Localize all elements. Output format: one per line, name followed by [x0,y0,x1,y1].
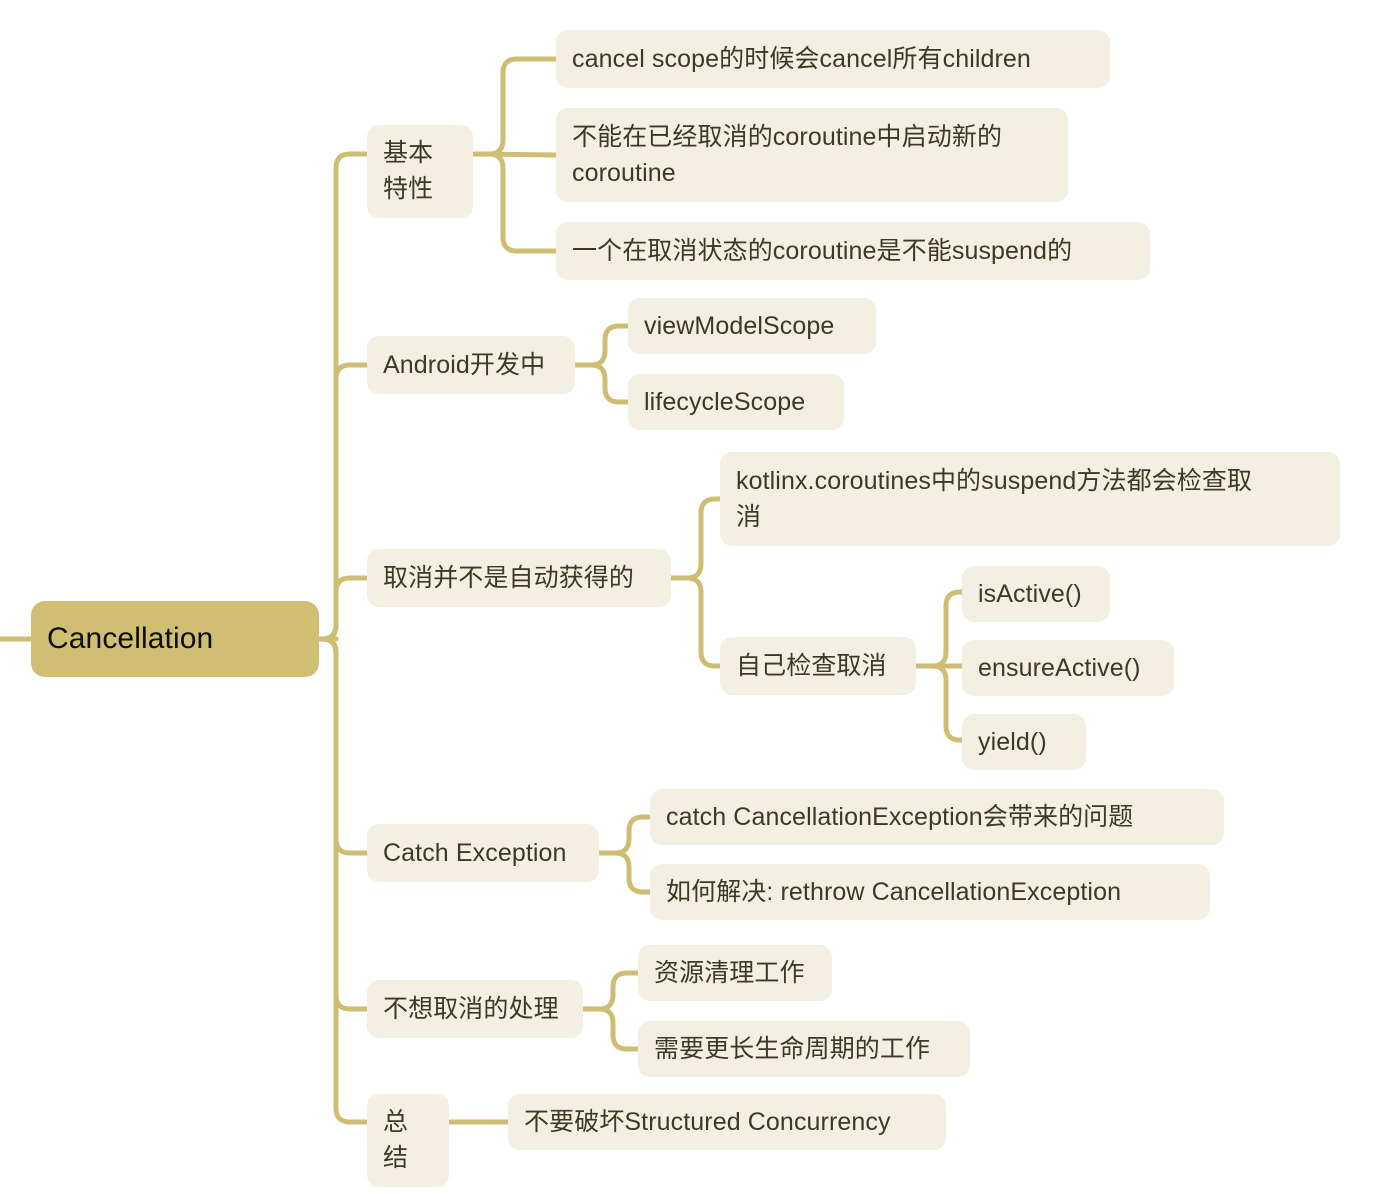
connector-root-to-node [319,636,370,1012]
leaf-node-rethrow-cancellationexception-label: 如何解决: rethrow CancellationException [666,878,1122,906]
leaf-node-node-label: 资源清理工作 [654,959,805,987]
leaf-node-coroutine-coroutine[interactable]: 不能在已经取消的coroutine中启动新的 coroutine [556,108,1068,202]
leaf-node-viewmodelscope-label: viewModelScope [644,312,835,340]
connector-node-to-coroutine-suspend [470,151,559,254]
connector-root-to-node [319,636,370,1125]
leaf-node-node[interactable]: 需要更长生命周期的工作 [638,1021,970,1078]
branch-node-node-label: 不想取消的处理 [383,994,559,1023]
branch-node-android[interactable]: Android开发中 [367,336,575,394]
connector-node-to-isactive [913,589,965,669]
leaf-node-cancel-scope-cancel-children[interactable]: cancel scope的时候会cancel所有children [556,30,1110,88]
connector-catch-exception-to-rethrow-cancellationexception [596,850,653,895]
branch-node-catch-exception-label: Catch Exception [383,838,567,867]
root-node-cancellation-label: Cancellation [47,622,214,656]
leaf-node-kotlinx-coroutines-suspend-label: kotlinx.coroutines中的suspend方法都会检查取 消 [736,466,1253,531]
leaf-node-lifecyclescope-label: lifecycleScope [644,388,806,416]
connector-root-to-node [319,151,370,642]
leaf-node-ensureactive[interactable]: ensureActive() [962,640,1174,697]
connector-android-to-lifecyclescope [572,362,631,405]
connector-root-to-node [319,575,370,642]
leaf-node-cancel-scope-cancel-children-label: cancel scope的时候会cancel所有children [572,44,1031,73]
leaf-node-kotlinx-coroutines-suspend[interactable]: kotlinx.coroutines中的suspend方法都会检查取 消 [720,452,1340,546]
connector-root-to-android [319,362,370,642]
mindmap-canvas: Cancellation 基本特性 cancel scope的时候会cancel所有… [0,0,1378,1194]
leaf-node-yield[interactable]: yield() [962,714,1086,771]
leaf-node-rethrow-cancellationexception[interactable]: 如何解决: rethrow CancellationException [650,864,1210,921]
connector-node-to-node [580,1006,641,1052]
leaf-node-isactive[interactable]: isActive() [962,566,1110,623]
leaf-node-coroutine-coroutine-label: 不能在已经取消的coroutine中启动新的 coroutine [572,122,1003,187]
root-node-cancellation[interactable]: Cancellation [31,601,319,677]
leaf-node-node-label: 需要更长生命周期的工作 [654,1035,931,1063]
branch-node-node[interactable]: 不想取消的处理 [367,980,583,1038]
connector-node-to-kotlinx-coroutines-suspend [668,496,723,581]
leaf-node-yield-label: yield() [978,728,1047,756]
connector-root-to-catch-exception [319,636,370,856]
connector-node-to-node [580,970,641,1012]
leaf-node-catch-cancellationexception[interactable]: catch CancellationException会带来的问题 [650,789,1224,846]
leaf-node-ensureactive-label: ensureActive() [978,654,1141,682]
leaf-node-structured-concurrency-label: 不要破坏Structured Concurrency [524,1108,891,1136]
branch-node-node[interactable]: 基本特性 [367,125,473,218]
leaf-node-structured-concurrency[interactable]: 不要破坏Structured Concurrency [508,1094,946,1151]
connector-node-to-node [668,575,723,669]
branch-node-node-label: 基本特性 [383,139,434,204]
branch-node-node[interactable]: 总结 [367,1094,449,1187]
branch-node-node[interactable]: 取消并不是自动获得的 [367,549,671,607]
connector-node-to-cancel-scope-cancel-children [470,56,559,157]
connector-android-to-viewmodelscope [572,323,631,368]
branch-node-node-label: 取消并不是自动获得的 [383,563,635,592]
leaf-node-catch-cancellationexception-label: catch CancellationException会带来的问题 [666,803,1134,831]
leaf-node-node[interactable]: 资源清理工作 [638,945,832,1002]
branch-node-node-label: 总结 [383,1108,409,1173]
leaf-node-isactive-label: isActive() [978,580,1082,608]
leaf-node-lifecyclescope[interactable]: lifecycleScope [628,374,844,431]
leaf-node-node-label: 自己检查取消 [736,651,887,680]
branch-node-catch-exception[interactable]: Catch Exception [367,824,599,882]
connector-node-to-yield [913,663,965,743]
leaf-node-coroutine-suspend[interactable]: 一个在取消状态的coroutine是不能suspend的 [556,222,1150,280]
leaf-node-coroutine-suspend-label: 一个在取消状态的coroutine是不能suspend的 [572,236,1073,265]
leaf-node-node[interactable]: 自己检查取消 [720,637,916,695]
connector-node-to-coroutine-coroutine [470,151,559,158]
leaf-node-viewmodelscope[interactable]: viewModelScope [628,298,876,355]
connector-catch-exception-to-catch-cancellationexception [596,814,653,856]
branch-node-android-label: Android开发中 [383,350,546,379]
